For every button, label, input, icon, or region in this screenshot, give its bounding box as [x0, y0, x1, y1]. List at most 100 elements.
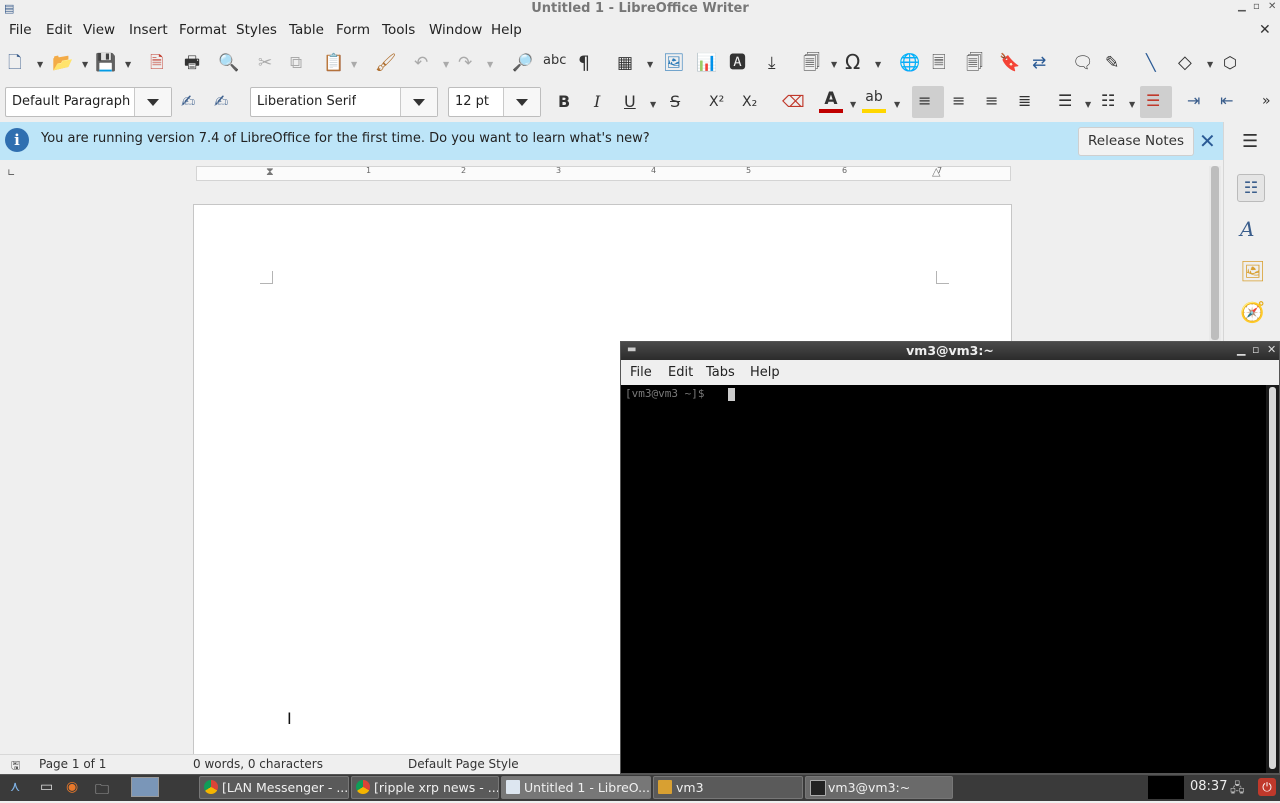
menu-form[interactable]: Form	[336, 22, 370, 38]
font-size-select[interactable]: 12 pt	[448, 87, 541, 117]
task-terminal[interactable]: vm3@vm3:~	[805, 776, 953, 799]
menu-view[interactable]: View	[83, 22, 115, 38]
scrollbar-thumb[interactable]	[1211, 166, 1219, 340]
open-dropdown-icon[interactable]: ▼	[82, 60, 88, 69]
strikethrough-button[interactable]: S	[670, 92, 680, 112]
insert-textbox-icon[interactable]: 🅰	[729, 53, 746, 73]
table-dropdown-icon[interactable]: ▼	[647, 60, 653, 69]
redo-icon[interactable]: ↷	[458, 53, 472, 73]
print-preview-icon[interactable]: 🔍	[218, 53, 239, 73]
network-tray-icon[interactable]: 🖧	[1230, 779, 1245, 801]
subscript-button[interactable]: X₂	[742, 92, 757, 112]
highlight-color-icon[interactable]: ab	[862, 89, 886, 115]
menu-styles[interactable]: Styles	[236, 22, 277, 38]
menu-insert[interactable]: Insert	[129, 22, 168, 38]
draw-functions-icon[interactable]: ⬡	[1223, 53, 1237, 73]
close-icon[interactable]: ✕	[1268, 1, 1276, 12]
bookmark-icon[interactable]: 🔖	[999, 53, 1020, 73]
chevron-down-icon[interactable]	[400, 88, 437, 116]
open-folder-icon[interactable]: 📂	[52, 53, 73, 73]
copy-icon[interactable]: ⧉	[290, 53, 302, 73]
task-vm3-folder[interactable]: vm3	[653, 776, 803, 799]
chevron-down-icon[interactable]	[503, 88, 540, 116]
minimize-icon[interactable]: ▁	[1237, 343, 1245, 356]
menu-tools[interactable]: Tools	[382, 22, 415, 38]
insert-table-icon[interactable]: ▦	[617, 53, 633, 73]
cross-reference-icon[interactable]: ⇄	[1032, 53, 1046, 73]
print-icon[interactable]: 🖶	[184, 53, 200, 73]
insert-image-icon[interactable]: 🖼	[663, 53, 685, 73]
italic-button[interactable]: I	[594, 92, 600, 112]
align-right-icon[interactable]: ≡	[985, 91, 998, 111]
left-indent-marker-icon[interactable]: ⧗	[266, 165, 274, 179]
page-break-icon[interactable]: ⤓	[768, 53, 776, 73]
special-character-icon[interactable]: Ω	[845, 52, 860, 72]
undo-icon[interactable]: ↶	[414, 53, 428, 73]
spelling-icon[interactable]: abc	[543, 51, 566, 71]
shapes-dropdown-icon[interactable]: ▼	[1207, 60, 1213, 69]
tab-stop-icon[interactable]: ∟	[7, 168, 15, 179]
new-document-icon[interactable]: 🗋	[8, 53, 22, 73]
power-icon[interactable]: ⏻	[1258, 778, 1276, 796]
align-center-icon[interactable]: ≡	[952, 91, 965, 111]
terminal-window[interactable]: ▬ vm3@vm3:~ ▁ ▫ ✕ File Edit Tabs Help [v…	[620, 341, 1280, 774]
font-color-dropdown-icon[interactable]: ▼	[850, 100, 856, 109]
formatting-marks-icon[interactable]: ¶	[578, 53, 590, 73]
redo-dropdown-icon[interactable]: ▼	[487, 60, 493, 69]
clock[interactable]: 08:37	[1190, 779, 1227, 794]
save-icon[interactable]: 💾	[95, 53, 116, 73]
clone-formatting-icon[interactable]: 🖌	[375, 53, 397, 73]
bullet-list-icon[interactable]: ☰	[1058, 91, 1072, 111]
font-color-icon[interactable]: A	[819, 89, 843, 115]
undo-dropdown-icon[interactable]: ▼	[443, 60, 449, 69]
terminal-menu-tabs[interactable]: Tabs	[706, 365, 735, 380]
terminal-scrollbar[interactable]	[1266, 385, 1279, 773]
right-indent-marker-icon[interactable]: △	[932, 165, 940, 178]
menu-format[interactable]: Format	[179, 22, 227, 38]
font-name-select[interactable]: Liberation Serif	[250, 87, 438, 117]
paste-icon[interactable]: 📋	[323, 53, 344, 73]
terminal-menu-help[interactable]: Help	[750, 365, 780, 380]
menu-file[interactable]: File	[9, 22, 32, 38]
minimize-icon[interactable]: ▁	[1238, 1, 1246, 12]
menu-window[interactable]: Window	[429, 22, 482, 38]
chevron-down-icon[interactable]	[134, 88, 171, 116]
numbered-list-icon[interactable]: ☷	[1101, 91, 1115, 111]
update-style-icon[interactable]: ✍	[181, 92, 195, 112]
find-replace-icon[interactable]: 🔎	[512, 53, 533, 73]
firefox-launcher-icon[interactable]: ◉	[66, 779, 78, 795]
maximize-icon[interactable]: ▫	[1253, 1, 1260, 12]
superscript-button[interactable]: X²	[709, 92, 724, 112]
track-changes-icon[interactable]: ✎	[1105, 53, 1119, 73]
endnote-icon[interactable]: 🗐	[966, 53, 983, 73]
menu-table[interactable]: Table	[289, 22, 324, 38]
terminal-launcher-icon[interactable]: ▭	[40, 779, 53, 795]
numbered-dropdown-icon[interactable]: ▼	[1129, 100, 1135, 109]
new-style-icon[interactable]: ✍	[214, 92, 228, 112]
underline-dropdown-icon[interactable]: ▼	[650, 100, 656, 109]
terminal-menu-edit[interactable]: Edit	[668, 365, 693, 380]
properties-icon[interactable]: ☷	[1237, 174, 1265, 202]
highlight-dropdown-icon[interactable]: ▼	[894, 100, 900, 109]
close-document-icon[interactable]: ✕	[1259, 22, 1271, 38]
underline-button[interactable]: U	[624, 92, 636, 112]
release-notes-button[interactable]: Release Notes	[1078, 127, 1194, 156]
close-icon[interactable]: ✕	[1267, 343, 1276, 356]
paste-dropdown-icon[interactable]: ▼	[351, 60, 357, 69]
maximize-icon[interactable]: ▫	[1252, 343, 1259, 356]
page-count[interactable]: Page 1 of 1	[39, 757, 106, 771]
new-dropdown-icon[interactable]: ▼	[37, 60, 43, 69]
decrease-indent-icon[interactable]: ⇤	[1220, 91, 1233, 111]
field-dropdown-icon[interactable]: ▼	[831, 60, 837, 69]
special-char-dropdown-icon[interactable]: ▼	[875, 60, 881, 69]
file-manager-launcher-icon[interactable]: 🗀	[95, 779, 109, 803]
insert-field-icon[interactable]: 🗐	[803, 53, 820, 73]
task-libreoffice-writer[interactable]: Untitled 1 - LibreO...	[501, 776, 651, 799]
task-lan-messenger[interactable]: [LAN Messenger - ...	[199, 776, 349, 799]
styles-icon[interactable]: A	[1240, 217, 1254, 241]
footnote-icon[interactable]: 🗏	[932, 53, 946, 73]
more-options-icon[interactable]: »	[1262, 91, 1271, 111]
terminal-menu-file[interactable]: File	[630, 365, 652, 380]
gallery-icon[interactable]: 🖼	[1240, 259, 1265, 283]
comment-icon[interactable]: 🗨	[1072, 53, 1094, 73]
